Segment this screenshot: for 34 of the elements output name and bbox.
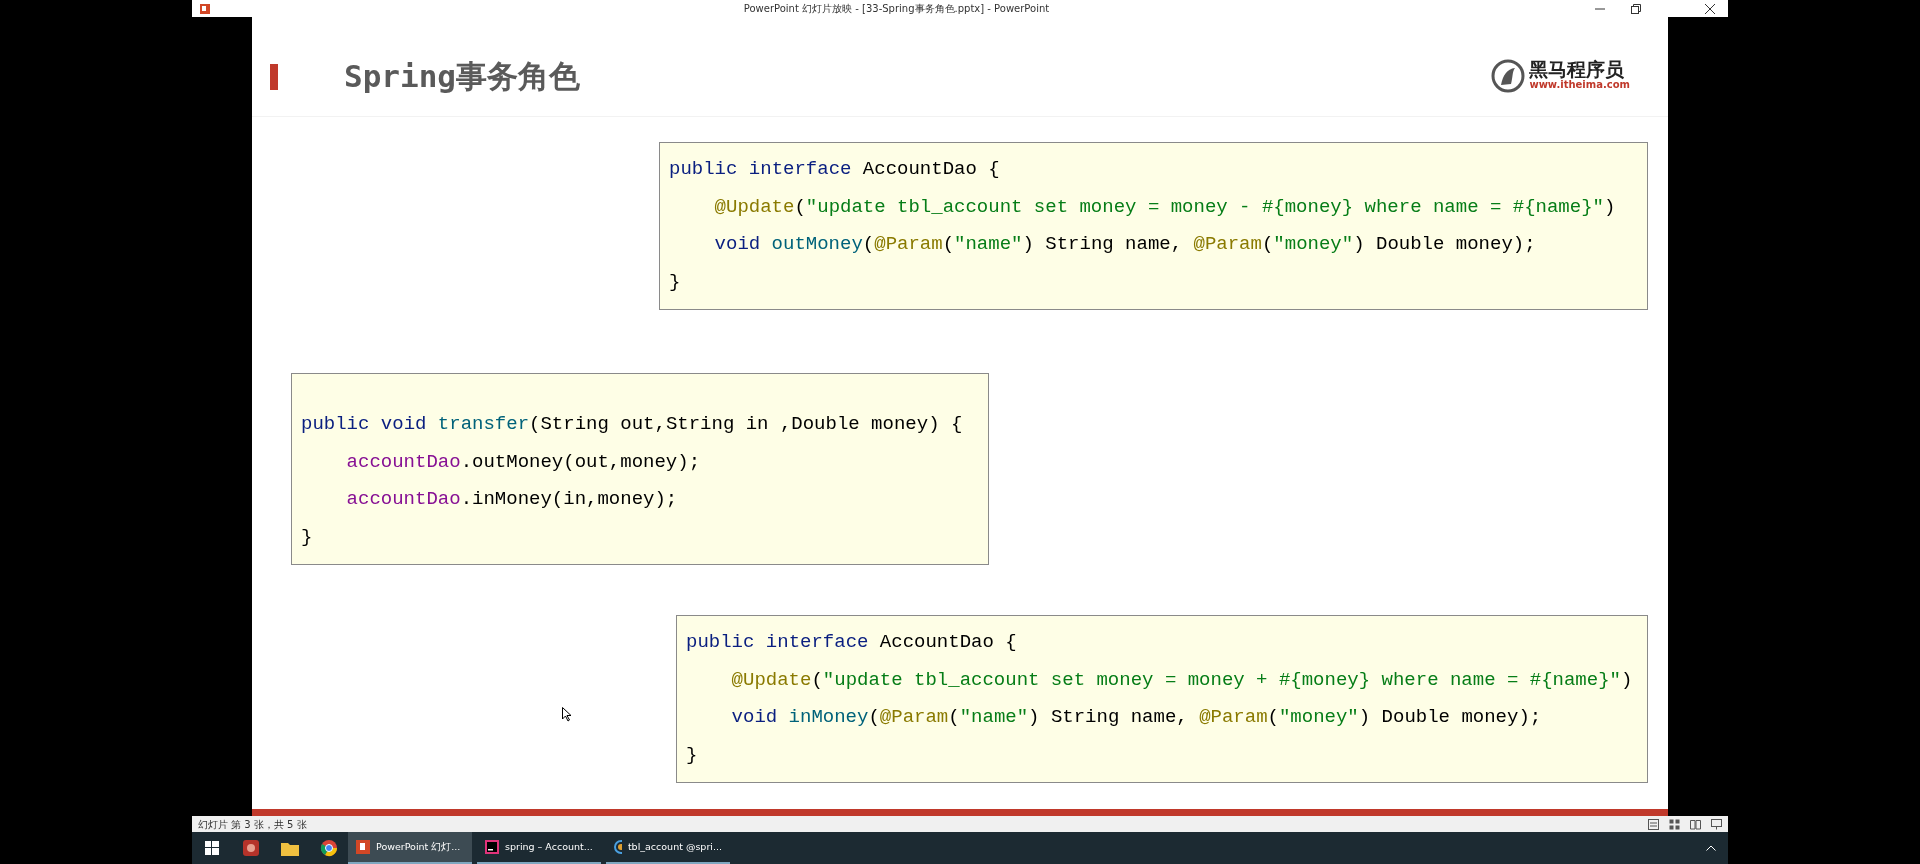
taskbar-button[interactable]: spring – Account... — [477, 832, 601, 864]
code-line: accountDao.outMoney(out,money); — [345, 449, 702, 475]
logo-url: www.itheima.com — [1529, 79, 1630, 91]
taskbar-button[interactable]: PowerPoint 幻灯... — [348, 832, 472, 864]
status-text: 幻灯片 第 3 张，共 5 张 — [198, 817, 307, 832]
restore-icon[interactable] — [1631, 3, 1641, 14]
code-line: void inMoney(@Param("name") String name, @Param("money") Double money); — [730, 705, 1543, 730]
taskbar-button[interactable]: tbl_account @spri... — [606, 832, 730, 864]
slide-title: Spring事务角色 — [344, 57, 580, 97]
powerpoint-icon — [356, 840, 370, 854]
code-line: } — [669, 269, 682, 295]
window-title: PowerPoint 幻灯片放映 - [33-Spring事务角色.pptx] - PowerPoint — [742, 2, 1051, 16]
accent-bar — [270, 63, 278, 90]
code-line: } — [686, 742, 699, 768]
code-line: public interface AccountDao { — [669, 157, 1001, 182]
code-line: @Update("update tbl_account set money = money + #{money} where name = #{name}") — [730, 667, 1634, 693]
code-line: public interface AccountDao { — [686, 630, 1018, 655]
code-line: accountDao.inMoney(in,money); — [345, 487, 679, 512]
code-line: void outMoney(@Param("name") String name, @Param("money") Double money); — [713, 232, 1537, 257]
mouse-pointer-icon — [562, 707, 572, 722]
database-icon — [614, 840, 622, 854]
logo-text: 黑马程序员 — [1529, 60, 1626, 79]
grid-view-icon[interactable] — [1669, 818, 1680, 830]
horse-logo-icon — [1491, 58, 1526, 93]
windows-start-icon[interactable] — [204, 841, 219, 855]
book-icon[interactable] — [1690, 818, 1701, 830]
ide-icon — [485, 840, 499, 854]
chevron-up-icon[interactable] — [1706, 845, 1716, 851]
code-line: @Update("update tbl_account set money = money - #{money} where name = #{name}") — [713, 194, 1617, 220]
close-icon[interactable] — [1705, 3, 1715, 14]
notes-icon[interactable] — [1648, 818, 1659, 830]
code-line: public void transfer(String out,String in ,Double money) { — [301, 412, 964, 437]
code-line: } — [301, 524, 314, 550]
screen-icon[interactable] — [1711, 818, 1722, 830]
